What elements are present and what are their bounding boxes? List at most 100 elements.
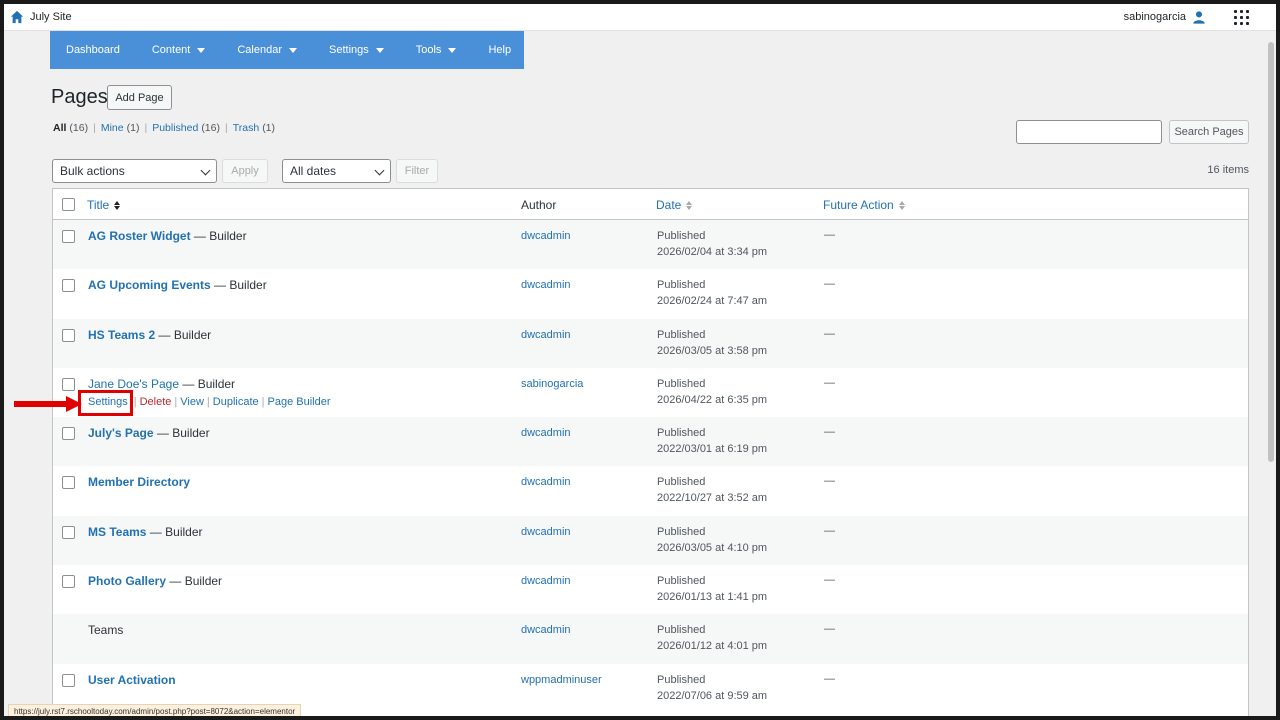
scrollbar-thumb[interactable]	[1268, 42, 1274, 462]
row-date: 2026/03/05 at 3:58 pm	[657, 344, 768, 357]
row-title[interactable]: User Activation	[88, 673, 176, 687]
column-author-label: Author	[521, 198, 557, 212]
view-all-link[interactable]: All	[53, 122, 66, 134]
separator: |	[93, 122, 96, 134]
row-date: 2022/10/27 at 3:52 am	[657, 492, 768, 505]
select-all-checkbox[interactable]	[62, 198, 75, 211]
table-row: AG Upcoming Events — Builder dwcadmin Pu…	[53, 269, 1248, 318]
row-future-action: —	[824, 229, 835, 241]
separator: |	[174, 395, 178, 408]
row-date: 2026/01/13 at 1:41 pm	[657, 591, 768, 604]
page-builder-action-link[interactable]: Page Builder	[268, 396, 331, 408]
row-author[interactable]: dwcadmin	[521, 427, 571, 439]
row-title[interactable]: Member Directory	[88, 475, 190, 489]
view-published-link[interactable]: Published	[152, 122, 198, 134]
row-author[interactable]: sabinogarcia	[521, 378, 583, 390]
column-future-action[interactable]: Future Action	[823, 198, 905, 212]
add-page-button[interactable]: Add Page	[107, 85, 172, 110]
row-title-link[interactable]: Jane Doe's Page	[88, 377, 179, 391]
user-menu[interactable]: sabinogarcia	[1124, 10, 1206, 24]
row-author[interactable]: dwcadmin	[521, 526, 571, 538]
duplicate-action-link[interactable]: Duplicate	[213, 396, 259, 408]
row-state: — Builder	[155, 327, 212, 342]
site-link[interactable]: July Site	[10, 10, 72, 24]
row-author[interactable]: dwcadmin	[521, 575, 571, 587]
browser-frame: July Site sabinogarcia Dashboard Content…	[4, 4, 1276, 716]
row-title-link[interactable]: July's Page	[88, 426, 154, 440]
nav-calendar[interactable]: Calendar	[221, 31, 313, 69]
view-action-link[interactable]: View	[180, 396, 204, 408]
table-row: HS Teams 2 — Builder dwcadmin Published …	[53, 318, 1248, 368]
row-title-link[interactable]: AG Upcoming Events	[88, 278, 211, 292]
row-author[interactable]: dwcadmin	[521, 329, 571, 341]
apply-button[interactable]: Apply	[222, 159, 268, 183]
row-checkbox[interactable]	[62, 328, 75, 342]
site-name: July Site	[30, 11, 72, 23]
view-trash-link[interactable]: Trash	[233, 122, 259, 134]
row-date: 2022/03/01 at 6:19 pm	[657, 443, 768, 456]
home-icon	[10, 10, 24, 24]
row-title[interactable]: Jane Doe's Page — Builder	[88, 377, 235, 391]
row-checkbox[interactable]	[62, 377, 75, 391]
column-title[interactable]: Title	[87, 198, 121, 212]
chevron-down-icon	[374, 165, 385, 176]
row-title[interactable]: AG Roster Widget — Builder	[88, 229, 247, 243]
column-date[interactable]: Date	[656, 198, 693, 212]
row-title[interactable]: Photo Gallery — Builder	[88, 574, 222, 588]
nav-help[interactable]: Help	[472, 31, 527, 69]
row-author[interactable]: wppmadminuser	[521, 674, 602, 686]
nav-dashboard[interactable]: Dashboard	[50, 31, 136, 69]
column-date-label: Date	[656, 198, 682, 212]
nav-label: Content	[151, 44, 191, 56]
table-row: Teams dwcadmin Published 2026/01/12 at 4…	[53, 614, 1248, 664]
row-title[interactable]: MS Teams — Builder	[88, 525, 203, 539]
page-title: Pages	[51, 86, 108, 108]
row-state: — Builder	[146, 524, 203, 539]
row-title-link[interactable]: HS Teams 2	[88, 328, 155, 342]
search-input[interactable]	[1016, 120, 1162, 144]
username: sabinogarcia	[1123, 11, 1186, 23]
row-future-action: —	[824, 524, 835, 537]
apps-grid-icon[interactable]	[1234, 10, 1250, 26]
row-title-link[interactable]: AG Roster Widget	[88, 229, 191, 243]
nav-settings[interactable]: Settings	[313, 31, 400, 69]
row-title[interactable]: AG Upcoming Events — Builder	[88, 278, 267, 292]
row-checkbox[interactable]	[62, 476, 75, 490]
nav-content[interactable]: Content	[136, 31, 222, 69]
row-checkbox[interactable]	[62, 575, 75, 589]
filter-button[interactable]: Filter	[396, 159, 438, 183]
row-author[interactable]: dwcadmin	[521, 279, 571, 291]
row-state: — Builder	[210, 278, 267, 293]
row-checkbox[interactable]	[62, 230, 75, 243]
nav-label: Settings	[329, 44, 369, 56]
row-author[interactable]: dwcadmin	[521, 476, 571, 488]
sort-icon	[686, 200, 693, 210]
search-pages-button[interactable]: Search Pages	[1169, 120, 1249, 144]
column-title-label: Title	[87, 198, 110, 212]
row-title[interactable]: July's Page — Builder	[88, 426, 210, 440]
row-title[interactable]: HS Teams 2 — Builder	[88, 328, 211, 342]
row-future-action: —	[824, 475, 835, 488]
row-checkbox[interactable]	[62, 525, 75, 539]
row-title-link[interactable]: Member Directory	[88, 475, 190, 489]
row-checkbox[interactable]	[62, 673, 75, 687]
vertical-scrollbar[interactable]	[1266, 34, 1276, 716]
row-checkbox[interactable]	[62, 279, 75, 293]
row-checkbox[interactable]	[62, 427, 75, 441]
nav-label: Help	[488, 44, 512, 56]
row-title-link[interactable]: User Activation	[88, 673, 176, 687]
items-count: 16 items	[1207, 164, 1249, 176]
separator: |	[144, 122, 148, 134]
row-date: 2026/03/05 at 4:10 pm	[657, 541, 768, 554]
nav-tools[interactable]: Tools	[400, 31, 473, 69]
row-title-link[interactable]: Photo Gallery	[88, 574, 166, 588]
row-actions: Settings | Delete | View | Duplicate | P…	[78, 389, 331, 416]
row-author[interactable]: dwcadmin	[521, 624, 571, 636]
dates-select[interactable]: All dates	[282, 159, 391, 183]
row-author[interactable]: dwcadmin	[521, 230, 571, 242]
delete-action-link[interactable]: Delete	[140, 396, 172, 408]
view-mine-link[interactable]: Mine	[101, 122, 124, 134]
row-title-link[interactable]: MS Teams	[88, 525, 146, 539]
bulk-actions-select[interactable]: Bulk actions	[52, 159, 217, 183]
row-date: 2026/02/24 at 7:47 am	[657, 295, 768, 308]
